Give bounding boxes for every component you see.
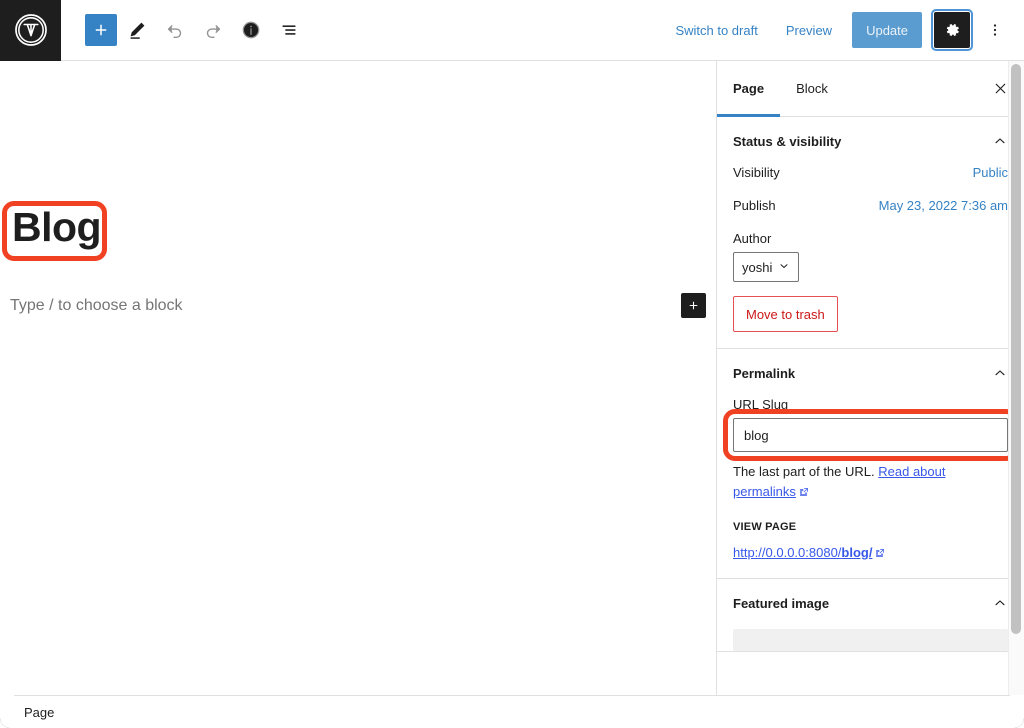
panel-title: Status & visibility xyxy=(733,133,842,149)
sidebar-scrollbar-thumb[interactable] xyxy=(1011,64,1021,634)
edit-pencil-icon[interactable] xyxy=(119,12,155,48)
info-icon[interactable] xyxy=(233,12,269,48)
panel-permalink-body: URL Slug The last part of the URL. Read … xyxy=(723,397,1018,578)
view-page-link-row: http://0.0.0.0:8080/blog/ xyxy=(733,545,1008,562)
publish-row: Publish May 23, 2022 7:36 am xyxy=(733,198,1008,213)
toolbar-left-group xyxy=(61,12,307,48)
view-url-slug: blog/ xyxy=(841,545,873,560)
url-slug-field-wrapper xyxy=(723,409,1018,461)
view-page-label: VIEW PAGE xyxy=(733,521,797,533)
settings-sidebar: Page Block Status & visibility Visibilit… xyxy=(716,61,1024,695)
redo-icon[interactable] xyxy=(195,12,231,48)
window-corner-left-inner xyxy=(0,695,14,728)
page-title[interactable]: Blog xyxy=(12,204,102,251)
update-button[interactable]: Update xyxy=(852,12,922,48)
undo-icon[interactable] xyxy=(157,12,193,48)
view-url-prefix: http://0.0.0.0:8080/ xyxy=(733,545,842,560)
publish-date-button[interactable]: May 23, 2022 7:36 am xyxy=(879,198,1008,213)
add-block-button[interactable] xyxy=(85,14,117,46)
publish-label: Publish xyxy=(733,198,776,213)
wordpress-block-editor: Switch to draft Preview Update Blog Type… xyxy=(0,0,1024,728)
chevron-up-icon xyxy=(992,133,1008,149)
switch-to-draft-button[interactable]: Switch to draft xyxy=(663,15,769,46)
settings-gear-button[interactable] xyxy=(931,9,973,51)
visibility-value-button[interactable]: Public xyxy=(973,165,1008,180)
external-link-icon xyxy=(798,484,810,504)
panel-title: Permalink xyxy=(733,365,796,381)
tab-page[interactable]: Page xyxy=(717,61,781,117)
panel-status-visibility-header[interactable]: Status & visibility xyxy=(733,117,1008,165)
kebab-menu-icon[interactable] xyxy=(980,12,1010,48)
url-slug-input[interactable] xyxy=(733,418,1008,452)
panel-title: Featured image xyxy=(733,595,830,611)
author-field: Author yoshi xyxy=(733,231,1008,282)
chevron-down-icon xyxy=(778,260,790,275)
permalink-help-text: The last part of the URL. Read about per… xyxy=(733,462,1008,503)
author-label: Author xyxy=(733,231,772,246)
external-link-icon xyxy=(874,547,886,562)
preview-button[interactable]: Preview xyxy=(774,15,844,46)
panel-permalink: Permalink URL Slug The last part of the … xyxy=(717,349,1024,579)
panel-featured-image-header[interactable]: Featured image xyxy=(733,579,1008,627)
toolbar-right-group: Switch to draft Preview Update xyxy=(663,9,1024,51)
view-page-link[interactable]: http://0.0.0.0:8080/blog/ xyxy=(733,545,1008,562)
url-slug-label: URL Slug xyxy=(733,397,789,412)
empty-block-placeholder[interactable]: Type / to choose a block xyxy=(10,297,183,315)
author-select[interactable]: yoshi xyxy=(733,252,800,282)
breadcrumb[interactable]: Page xyxy=(24,705,54,720)
visibility-label: Visibility xyxy=(733,165,780,180)
editor-toolbar: Switch to draft Preview Update xyxy=(0,0,1024,61)
list-view-icon[interactable] xyxy=(271,12,307,48)
tab-block[interactable]: Block xyxy=(780,61,844,116)
editor-canvas: Blog Type / to choose a block xyxy=(0,61,716,695)
inline-block-inserter-button[interactable] xyxy=(681,293,706,318)
window-corner-right-inner xyxy=(1010,695,1024,728)
panel-status-visibility-body: Visibility Public Publish May 23, 2022 7… xyxy=(733,165,1008,348)
featured-image-placeholder[interactable] xyxy=(733,629,1008,651)
move-to-trash-button[interactable]: Move to trash xyxy=(733,296,838,332)
panel-permalink-header[interactable]: Permalink xyxy=(733,349,1008,397)
visibility-row: Visibility Public xyxy=(733,165,1008,180)
author-select-value: yoshi xyxy=(742,259,773,275)
sidebar-tabs: Page Block xyxy=(717,61,1024,117)
wordpress-logo-icon[interactable] xyxy=(0,0,61,61)
panel-status-visibility: Status & visibility Visibility Public Pu… xyxy=(717,117,1024,349)
permalink-help-prefix: The last part of the URL. xyxy=(733,464,875,479)
chevron-up-icon xyxy=(992,365,1008,381)
chevron-up-icon xyxy=(992,595,1008,611)
breadcrumb-bar: Page xyxy=(0,695,1024,728)
panel-featured-image: Featured image xyxy=(717,579,1024,652)
